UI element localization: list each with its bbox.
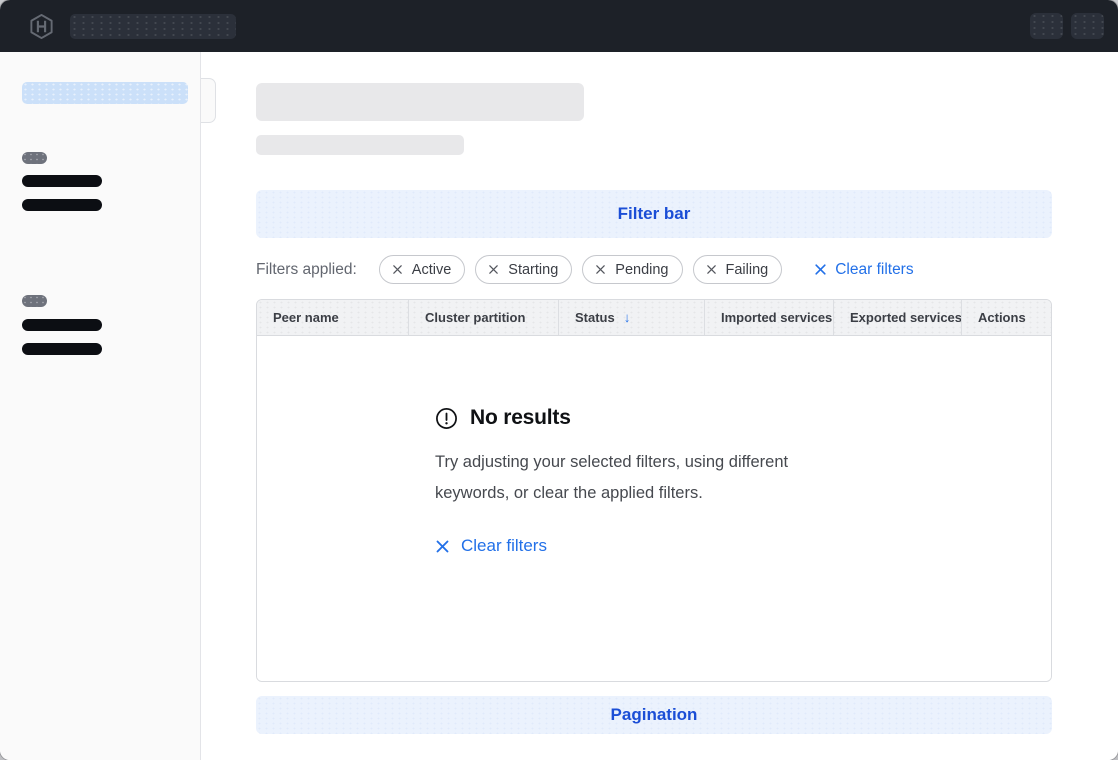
filter-pill-pending[interactable]: Pending <box>582 255 682 284</box>
filter-pills: Active Starting Pending Failing <box>379 255 782 284</box>
x-icon <box>814 263 827 276</box>
column-header-peer-name: Peer name <box>257 300 408 335</box>
sidebar <box>0 52 201 760</box>
sidebar-nav-item-skeleton-2[interactable] <box>22 199 102 211</box>
column-header-status[interactable]: Status ↓ <box>558 300 704 335</box>
filter-bar-label: Filter bar <box>618 204 691 224</box>
column-header-label: Imported services <box>721 310 832 325</box>
column-header-imported-services: Imported services <box>704 300 833 335</box>
empty-state-clear-filters-link[interactable]: Clear filters <box>435 536 865 556</box>
filter-pill-active[interactable]: Active <box>379 255 466 284</box>
applied-filters-row: Filters applied: Active Starting Pending <box>256 255 1052 284</box>
x-icon[interactable] <box>488 264 499 275</box>
filter-pill-label: Active <box>412 262 452 278</box>
column-header-actions: Actions <box>961 300 1052 335</box>
page-title-skeleton <box>256 83 584 121</box>
nav-action-skeleton-2[interactable] <box>1071 13 1104 39</box>
filters-applied-label: Filters applied: <box>256 261 357 279</box>
sidebar-nav-item-skeleton-3[interactable] <box>22 319 102 331</box>
clear-filters-label: Clear filters <box>835 261 913 279</box>
x-icon[interactable] <box>392 264 403 275</box>
filter-pill-label: Pending <box>615 262 668 278</box>
x-icon[interactable] <box>595 264 606 275</box>
x-icon <box>435 539 450 554</box>
nav-search-skeleton[interactable] <box>70 14 236 39</box>
table-header-row: Peer name Cluster partition Status ↓ Imp… <box>257 300 1051 336</box>
filter-pill-failing[interactable]: Failing <box>693 255 783 284</box>
peers-table: Peer name Cluster partition Status ↓ Imp… <box>256 299 1052 682</box>
empty-state-clear-filters-label: Clear filters <box>461 536 547 556</box>
main-panel: Filter bar Filters applied: Active Start… <box>202 52 1118 760</box>
nav-action-skeleton-1[interactable] <box>1030 13 1063 39</box>
empty-state: No results Try adjusting your selected f… <box>435 336 865 556</box>
filter-pill-label: Failing <box>726 262 769 278</box>
filter-pill-label: Starting <box>508 262 558 278</box>
sidebar-section-label-skeleton-1 <box>22 152 47 164</box>
sidebar-section-label-skeleton-2 <box>22 295 47 307</box>
column-header-label: Exported services <box>850 310 961 325</box>
arrow-down-icon[interactable]: ↓ <box>624 310 631 325</box>
alert-circle-icon <box>435 407 458 430</box>
sidebar-nav-item-skeleton-4[interactable] <box>22 343 102 355</box>
column-header-label: Status <box>575 310 615 325</box>
sidebar-nav-item-skeleton-1[interactable] <box>22 175 102 187</box>
nav-actions <box>1030 13 1104 39</box>
filter-bar-placeholder: Filter bar <box>256 190 1052 238</box>
x-icon[interactable] <box>706 264 717 275</box>
column-header-exported-services: Exported services <box>833 300 961 335</box>
empty-state-header: No results <box>435 406 865 430</box>
filter-pill-starting[interactable]: Starting <box>475 255 572 284</box>
column-header-label: Peer name <box>273 310 339 325</box>
empty-state-title: No results <box>470 406 571 430</box>
pagination-label: Pagination <box>611 705 698 725</box>
sidebar-selected-item-skeleton[interactable] <box>22 82 188 104</box>
pagination-placeholder: Pagination <box>256 696 1052 734</box>
column-header-label: Actions <box>978 310 1026 325</box>
app-window: Filter bar Filters applied: Active Start… <box>0 0 1118 760</box>
top-navbar <box>0 0 1118 52</box>
sidebar-toggle-notch[interactable] <box>201 78 216 123</box>
column-header-label: Cluster partition <box>425 310 525 325</box>
table-body: No results Try adjusting your selected f… <box>257 336 1051 681</box>
clear-filters-link[interactable]: Clear filters <box>814 261 913 279</box>
hashicorp-logo-icon <box>28 13 55 40</box>
empty-state-description: Try adjusting your selected filters, usi… <box>435 447 865 509</box>
page-subtitle-skeleton <box>256 135 464 155</box>
column-header-cluster-partition: Cluster partition <box>408 300 558 335</box>
